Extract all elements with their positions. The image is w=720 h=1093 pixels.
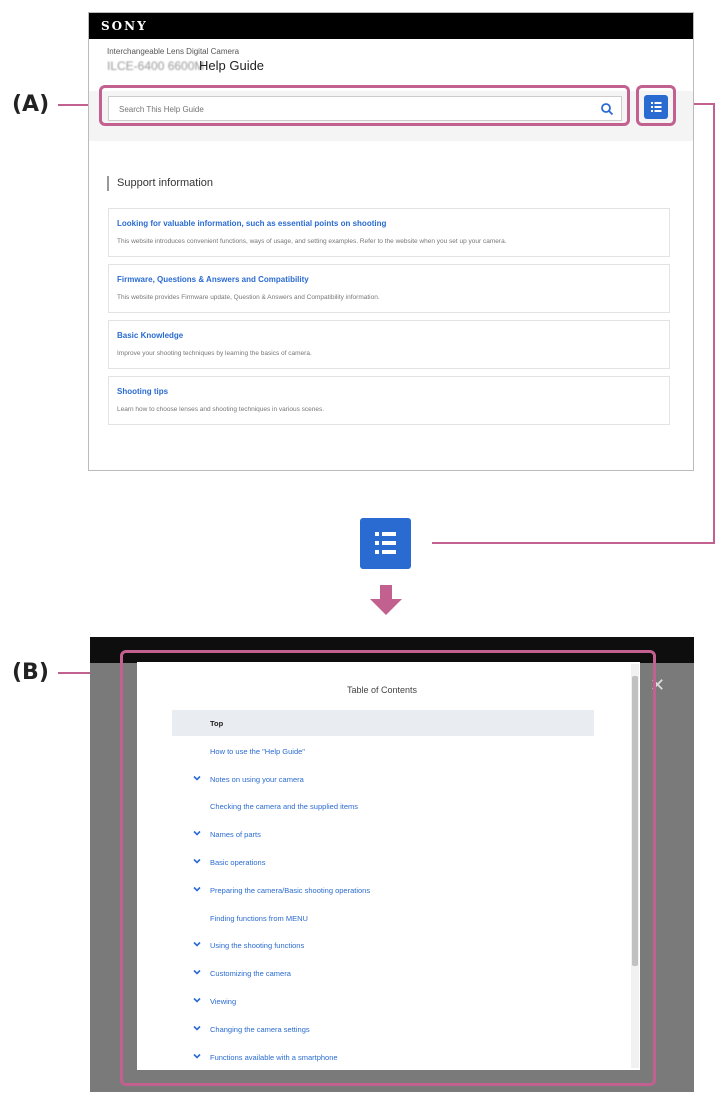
help-guide-screenshot: SONY Interchangeable Lens Digital Camera…: [88, 12, 694, 471]
brand-bar: SONY: [89, 13, 693, 39]
brand-logo: SONY: [101, 19, 148, 33]
callout-frame-toc: [636, 85, 676, 126]
callout-label-b: (B): [12, 660, 49, 685]
card-desc: Improve your shooting techniques by lear…: [117, 350, 312, 357]
card-desc: This website provides Firmware update, Q…: [117, 294, 380, 301]
connector-vertical: [713, 103, 715, 544]
callout-frame-toc-modal: [120, 650, 656, 1086]
product-subtitle: Interchangeable Lens Digital Camera: [107, 47, 240, 56]
card-title[interactable]: Basic Knowledge: [117, 331, 183, 340]
card-desc: This website introduces convenient funct…: [117, 238, 507, 245]
model-name: ILCE-6400 6600M: [107, 59, 205, 73]
support-heading: Support information: [107, 176, 213, 191]
card-title[interactable]: Shooting tips: [117, 387, 168, 396]
support-card[interactable]: Shooting tips Learn how to choose lenses…: [108, 376, 670, 425]
support-card[interactable]: Looking for valuable information, such a…: [108, 208, 670, 257]
callout-label-a: (A): [12, 92, 50, 117]
callout-frame-search: [99, 85, 630, 126]
list-icon: [375, 532, 396, 554]
card-title[interactable]: Looking for valuable information, such a…: [117, 219, 386, 228]
down-arrow-icon: [370, 585, 402, 615]
toc-button-enlarged: [360, 518, 411, 569]
connector-bottom: [432, 542, 715, 544]
card-desc: Learn how to choose lenses and shooting …: [117, 406, 325, 413]
page-title: Help Guide: [199, 58, 265, 73]
support-card[interactable]: Firmware, Questions & Answers and Compat…: [108, 264, 670, 313]
support-card[interactable]: Basic Knowledge Improve your shooting te…: [108, 320, 670, 369]
card-title[interactable]: Firmware, Questions & Answers and Compat…: [117, 275, 309, 284]
